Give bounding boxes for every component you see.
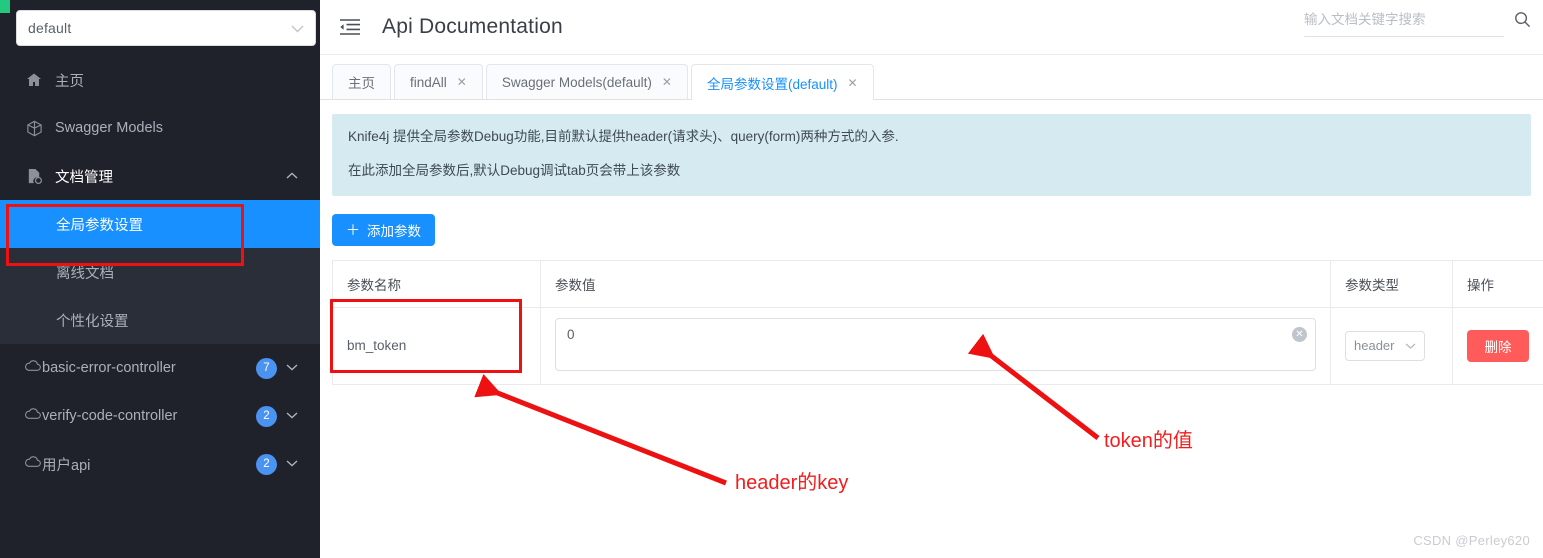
chevron-down-icon — [291, 22, 304, 35]
menu-fold-icon[interactable] — [338, 15, 362, 39]
app-root: default 主页 Swagger Models 文档管理 全局参数设置 离线… — [0, 0, 1543, 558]
table-row: bm_token ✕ header — [332, 306, 1543, 385]
home-icon — [24, 70, 44, 90]
cloud-icon — [24, 408, 42, 424]
close-icon[interactable]: ✕ — [457, 75, 467, 89]
circle-close-icon[interactable]: ✕ — [1292, 326, 1307, 342]
table-head: 参数名称 参数值 参数类型 操作 — [332, 259, 1543, 308]
sidebar-group-basic-error-controller[interactable]: basic-error-controller 7 — [0, 344, 320, 392]
cloud-icon — [24, 360, 42, 376]
page-title: Api Documentation — [382, 15, 563, 38]
column-header-name: 参数名称 — [332, 259, 541, 308]
accent-corner — [0, 0, 10, 13]
chevron-down-icon — [286, 362, 298, 374]
table-header-row: 参数名称 参数值 参数类型 操作 — [332, 259, 1543, 308]
search-placeholder: 输入文档关键字搜索 — [1304, 12, 1426, 27]
sidebar-subitem-label: 全局参数设置 — [56, 217, 143, 234]
sidebar: default 主页 Swagger Models 文档管理 全局参数设置 离线… — [0, 0, 320, 558]
sidebar-nav: 主页 Swagger Models 文档管理 全局参数设置 离线文档 个性化设置… — [0, 56, 320, 488]
param-value-input[interactable] — [555, 317, 1316, 371]
delete-button[interactable]: 删除 — [1467, 329, 1529, 362]
param-type-select[interactable]: header — [1345, 330, 1425, 361]
param-value-wrap: ✕ — [555, 317, 1316, 374]
search-box[interactable]: 输入文档关键字搜索 — [1304, 8, 1531, 37]
sidebar-subitem-label: 个性化设置 — [56, 313, 129, 330]
cell-param-name: bm_token — [332, 306, 541, 385]
add-param-button[interactable]: ＋ 添加参数 — [332, 213, 435, 246]
sidebar-item-personalize[interactable]: 个性化设置 — [0, 296, 320, 344]
params-table: 参数名称 参数值 参数类型 操作 bm_token ✕ — [332, 259, 1543, 385]
cell-param-type: header — [1330, 306, 1453, 385]
plus-icon: ＋ — [346, 221, 360, 238]
sidebar-group-label: verify-code-controller — [42, 408, 178, 424]
info-alert: Knife4j 提供全局参数Debug功能,目前默认提供header(请求头)、… — [332, 114, 1531, 196]
table-body: bm_token ✕ header — [332, 306, 1543, 385]
tab-home[interactable]: 主页 — [332, 64, 391, 99]
sidebar-group-label: 用户api — [42, 457, 91, 474]
sidebar-submenu: 全局参数设置 离线文档 个性化设置 — [0, 200, 320, 344]
search-icon[interactable] — [1514, 11, 1531, 33]
alert-line-2: 在此添加全局参数后,默认Debug调试tab页会带上该参数 — [348, 162, 681, 178]
tab-label: 主页 — [348, 76, 375, 91]
tab-swagger-models[interactable]: Swagger Models(default) ✕ — [485, 64, 688, 99]
close-icon[interactable]: ✕ — [848, 76, 858, 90]
sidebar-item-label: Swagger Models — [55, 120, 163, 136]
service-select[interactable]: default — [16, 10, 316, 46]
chevron-down-icon — [286, 410, 298, 422]
chevron-down-icon — [286, 458, 298, 470]
sidebar-item-global-params[interactable]: 全局参数设置 — [0, 200, 320, 248]
close-icon[interactable]: ✕ — [662, 75, 672, 89]
sidebar-group-count: 2 — [256, 453, 277, 475]
sidebar-item-offline-doc[interactable]: 离线文档 — [0, 248, 320, 296]
sidebar-item-swagger-models[interactable]: Swagger Models — [0, 104, 320, 152]
sidebar-subitem-label: 离线文档 — [56, 265, 114, 282]
tab-label: findAll — [410, 74, 447, 90]
annotation-label-token-value: token的值 — [1104, 430, 1193, 452]
cell-param-value: ✕ — [540, 306, 1331, 385]
cube-icon — [24, 118, 44, 138]
main-area: Api Documentation 输入文档关键字搜索 主页 findAll ✕ — [320, 0, 1543, 558]
tab-findall[interactable]: findAll ✕ — [394, 64, 483, 99]
sidebar-item-home[interactable]: 主页 — [0, 56, 320, 104]
sidebar-item-label: 文档管理 — [55, 169, 113, 186]
alert-line-1: Knife4j 提供全局参数Debug功能,目前默认提供header(请求头)、… — [348, 129, 899, 144]
chevron-down-icon — [1405, 340, 1416, 352]
tab-label: Swagger Models(default) — [501, 74, 652, 90]
cloud-icon — [24, 456, 42, 472]
topbar: Api Documentation 输入文档关键字搜索 — [320, 0, 1543, 55]
column-header-type: 参数类型 — [1330, 259, 1453, 308]
tab-label: 全局参数设置(default) — [706, 76, 838, 92]
chevron-up-icon — [286, 170, 298, 182]
service-select-value: default — [28, 20, 72, 36]
tab-bar: 主页 findAll ✕ Swagger Models(default) ✕ 全… — [320, 55, 1543, 100]
annotation-label-header-key: header的key — [735, 472, 849, 494]
param-type-value: header — [1354, 338, 1395, 354]
sidebar-group-user-api[interactable]: 用户api 2 — [0, 440, 320, 488]
add-param-label: 添加参数 — [367, 223, 421, 239]
sidebar-group-count: 2 — [256, 405, 277, 427]
sidebar-item-document-management[interactable]: 文档管理 — [0, 152, 320, 200]
sidebar-group-verify-code-controller[interactable]: verify-code-controller 2 — [0, 392, 320, 440]
search-input[interactable]: 输入文档关键字搜索 — [1304, 8, 1504, 37]
tab-global-params[interactable]: 全局参数设置(default) ✕ — [690, 64, 874, 100]
sidebar-group-label: basic-error-controller — [42, 360, 176, 376]
document-settings-icon — [24, 166, 44, 186]
sidebar-item-label: 主页 — [55, 73, 84, 90]
watermark: CSDN @Perley620 — [1413, 533, 1530, 548]
sidebar-group-count: 7 — [256, 357, 277, 379]
column-header-operation: 操作 — [1452, 259, 1543, 308]
content: Knife4j 提供全局参数Debug功能,目前默认提供header(请求头)、… — [320, 100, 1543, 385]
column-header-value: 参数值 — [540, 259, 1331, 308]
cell-operation: 删除 — [1452, 306, 1543, 385]
